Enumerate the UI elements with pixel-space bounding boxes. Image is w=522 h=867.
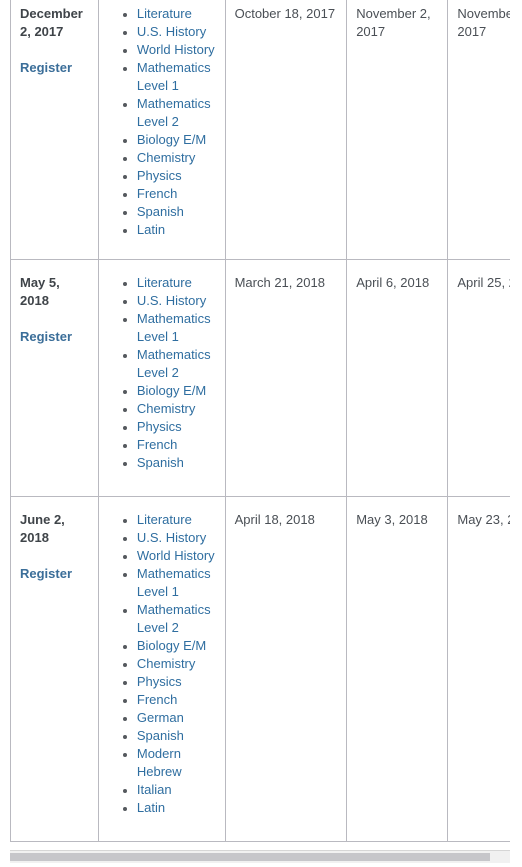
subject-link[interactable]: Physics — [122, 167, 221, 185]
subject-link[interactable]: Biology E/M — [122, 637, 221, 655]
subject-link[interactable]: Mathematics Level 2 — [122, 95, 221, 131]
subject-link[interactable]: Latin — [122, 221, 221, 239]
change-deadline-cell: November 21, 2017 — [447, 0, 510, 260]
subject-link[interactable]: Literature — [122, 274, 221, 292]
test-date: June 2, 2018 — [20, 512, 65, 545]
subject-link[interactable]: Physics — [122, 418, 221, 436]
subject-link[interactable]: Modern Hebrew — [122, 745, 221, 781]
subject-link[interactable]: Mathematics Level 2 — [122, 601, 221, 637]
change-deadline-cell: April 25, 2018 — [447, 259, 510, 497]
subject-link[interactable]: Biology E/M — [122, 382, 221, 400]
subject-link[interactable]: Physics — [122, 673, 221, 691]
test-date-cell: December 2, 2017 Register — [10, 0, 99, 260]
registration-deadline-cell: October 18, 2017 — [224, 0, 348, 260]
subject-link[interactable]: French — [122, 436, 221, 454]
subject-link[interactable]: U.S. History — [122, 292, 221, 310]
table-row: June 2, 2018 Register Literature U.S. Histo… — [10, 496, 510, 842]
late-registration-deadline-cell: November 2, 2017 — [346, 0, 449, 260]
subject-link[interactable]: Latin — [122, 799, 221, 817]
subject-link[interactable]: Mathematics Level 1 — [122, 310, 221, 346]
subject-link[interactable]: Literature — [122, 511, 221, 529]
subject-link[interactable]: French — [122, 185, 221, 203]
subject-link[interactable]: Spanish — [122, 727, 221, 745]
test-date: December 2, 2017 — [20, 6, 83, 39]
subject-link[interactable]: Mathematics Level 1 — [122, 59, 221, 95]
subject-link[interactable]: Spanish — [122, 454, 221, 472]
registration-deadline-cell: March 21, 2018 — [224, 259, 348, 497]
register-link[interactable]: Register — [20, 328, 89, 346]
subject-link[interactable]: Mathematics Level 2 — [122, 346, 221, 382]
registration-deadline-cell: April 18, 2018 — [224, 496, 348, 842]
subject-link[interactable]: World History — [122, 547, 221, 565]
subjects-cell: Literature U.S. History Mathematics Level … — [97, 259, 226, 497]
test-date: May 5, 2018 — [20, 275, 60, 308]
subject-list: Literature U.S. History Mathematics Level … — [99, 274, 221, 472]
test-date-cell: May 5, 2018 Register — [10, 259, 99, 497]
subjects-cell: Literature U.S. History World History Mathe… — [97, 0, 226, 260]
horizontal-scrollbar[interactable] — [10, 850, 510, 863]
subject-link[interactable]: French — [122, 691, 221, 709]
register-link[interactable]: Register — [20, 565, 89, 583]
subject-list: Literature U.S. History World History Mathe… — [99, 5, 221, 239]
subject-link[interactable]: U.S. History — [122, 529, 221, 547]
subject-link[interactable]: Mathematics Level 1 — [122, 565, 221, 601]
table-row: December 2, 2017 Register Literature U.S. H… — [10, 0, 510, 260]
subject-link[interactable]: Chemistry — [122, 400, 221, 418]
subject-link[interactable]: Literature — [122, 5, 221, 23]
change-deadline-cell: May 23, 2018 — [447, 496, 510, 842]
late-registration-deadline-cell: May 3, 2018 — [346, 496, 449, 842]
test-dates-table: December 2, 2017 Register Literature U.S. H… — [10, 0, 510, 842]
subjects-cell: Literature U.S. History World History Mathe… — [97, 496, 226, 842]
table-row: May 5, 2018 Register Literature U.S. Histor… — [10, 259, 510, 497]
subject-link[interactable]: U.S. History — [122, 23, 221, 41]
test-date-cell: June 2, 2018 Register — [10, 496, 99, 842]
late-registration-deadline-cell: April 6, 2018 — [346, 259, 449, 497]
subject-link[interactable]: German — [122, 709, 221, 727]
subject-link[interactable]: Chemistry — [122, 149, 221, 167]
test-dates-table-container: December 2, 2017 Register Literature U.S. H… — [10, 0, 510, 849]
subject-link[interactable]: World History — [122, 41, 221, 59]
subject-link[interactable]: Chemistry — [122, 655, 221, 673]
subject-list: Literature U.S. History World History Mathe… — [99, 511, 221, 817]
scrollbar-thumb[interactable] — [10, 853, 490, 861]
subject-link[interactable]: Biology E/M — [122, 131, 221, 149]
register-link[interactable]: Register — [20, 59, 89, 77]
subject-link[interactable]: Spanish — [122, 203, 221, 221]
subject-link[interactable]: Italian — [122, 781, 221, 799]
